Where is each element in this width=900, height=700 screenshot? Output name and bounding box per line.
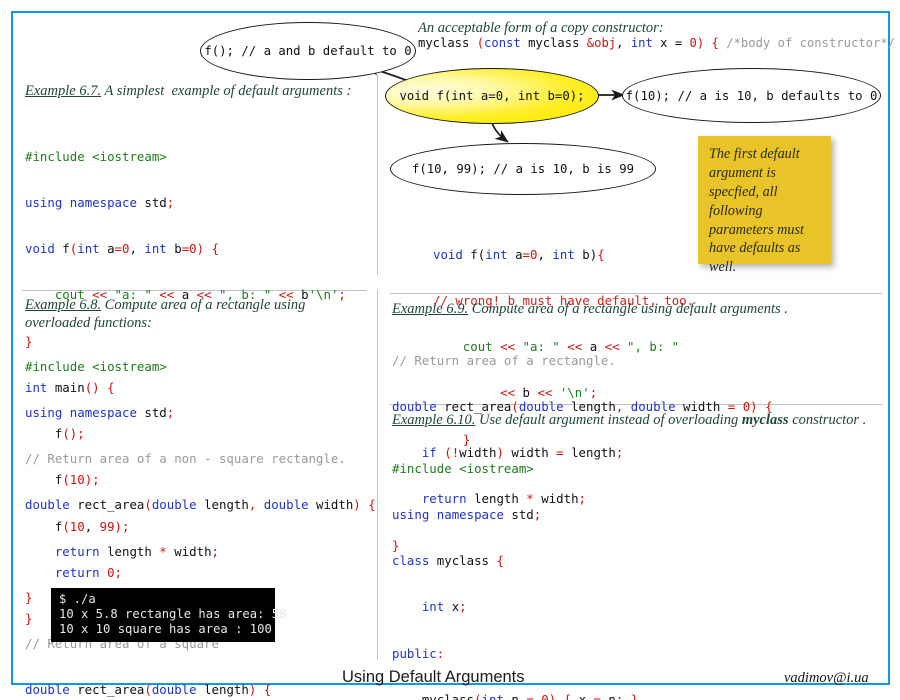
example-6-7-heading: Example 6.7. A simplest example of defau… — [25, 82, 375, 100]
terminal-line-0: $ ./a — [59, 592, 96, 606]
divider-right-ex69 — [390, 293, 882, 294]
ctor-code-lparen: ( — [476, 36, 485, 50]
copy-constructor-caption: An acceptable form of a copy constructor… — [418, 20, 664, 36]
example-6-10-caption-a: Use default argument instead of overload… — [475, 412, 742, 428]
example-6-9-caption: Compute area of a rectangle using defaul… — [468, 301, 788, 317]
wrong-code-line-0: void f(int a=0, int b){ — [433, 246, 605, 262]
example-6-10-label: Example 6.10. — [392, 412, 476, 428]
ctor-code-type: myclass — [520, 36, 587, 50]
footer-title: Using Default Arguments — [342, 668, 525, 686]
example-6-8-label: Example 6.8. — [25, 297, 102, 313]
ex67-line-2: void f(int a=0, int b=0) { — [25, 241, 220, 257]
ctor-code-int: int — [630, 36, 653, 50]
example-6-10-code: #include <iostream> using namespace std;… — [392, 430, 890, 700]
ellipse-call-no-args-text: f(); // a and b default to 0 — [204, 44, 412, 58]
example-6-8-code: #include <iostream> using namespace std;… — [25, 328, 380, 700]
ex610-line-3: int x; — [421, 599, 467, 615]
ellipse-call-two-args-text: f(10, 99); // a is 10, b is 99 — [411, 162, 635, 176]
example-6-9-label: Example 6.9. — [392, 301, 469, 317]
ctor-code-const: const — [484, 36, 521, 50]
ctor-code-name: myclass — [418, 36, 477, 50]
ex610-line-4: public: — [392, 645, 445, 661]
example-6-7-caption: A simplest example of default arguments … — [101, 83, 352, 99]
ctor-code-default: 0 — [689, 36, 697, 50]
divider-vertical-top — [377, 75, 378, 275]
terminal-output: $ ./a 10 x 5.8 rectangle has area: 58 10… — [51, 588, 287, 642]
ellipse-call-two-args: f(10, 99); // a is 10, b is 99 — [390, 143, 656, 195]
ellipse-call-no-args: f(); // a and b default to 0 — [200, 22, 416, 80]
ellipse-call-one-arg-text: f(10); // a is 10, b defaults to 0 — [625, 88, 878, 103]
ex68-line-7: double rect_area(double length) { — [25, 682, 272, 698]
ex68-line-1: using namespace std; — [25, 405, 175, 421]
ellipse-function-declaration-text: void f(int a=0, int b=0); — [399, 89, 585, 103]
ellipse-function-declaration: void f(int a=0, int b=0); — [385, 68, 599, 124]
example-6-10-caption-bold: myclass — [741, 412, 789, 428]
copy-constructor-code: myclass (const myclass &obj, int x = 0) … — [418, 36, 898, 51]
sticky-note-text: The first default argument is specfied, … — [709, 146, 808, 276]
terminal-line-2: 10 x 10 square has area : 100 — [59, 622, 272, 636]
ctor-code-param: x = — [652, 36, 690, 50]
ctor-code-body-comment: /*body of constructor*/ — [718, 36, 900, 50]
ex67-line-0: #include <iostream> — [25, 148, 167, 164]
ex610-line-0: #include <iostream> — [392, 460, 534, 476]
ellipse-call-one-arg: f(10); // a is 10, b defaults to 0 — [622, 68, 881, 123]
ex610-line-5: myclass(int n = 0) { x = n; } — [392, 691, 639, 700]
ex610-line-1: using namespace std; — [392, 507, 542, 523]
ctor-code-ref: &obj — [586, 36, 617, 50]
example-6-10-heading: Example 6.10. Use default argument inste… — [392, 411, 890, 429]
ex68-line-0: #include <iostream> — [25, 358, 167, 374]
example-6-9-heading: Example 6.9. Compute area of a rectangle… — [392, 300, 887, 318]
ex67-line-1: using namespace std; — [25, 195, 175, 211]
ex610-line-2: class myclass { — [392, 553, 504, 569]
terminal-line-1: 10 x 5.8 rectangle has area: 58 — [59, 607, 287, 621]
ex68-line-3: double rect_area(double length, double w… — [25, 497, 376, 513]
ex68-line-4: return length * width; — [54, 543, 219, 559]
ctor-code-lbrace: { — [704, 36, 719, 50]
footer-email: vadimov@i.ua — [784, 670, 869, 686]
example-6-7-label: Example 6.7. — [25, 83, 102, 99]
ex68-line-2: // Return area of a non - square rectang… — [25, 451, 346, 467]
slide-canvas: An acceptable form of a copy constructor… — [0, 0, 900, 700]
sticky-note: The first default argument is specfied, … — [698, 136, 831, 275]
ex69-line-0: // Return area of a rectangle. — [392, 352, 616, 368]
example-6-10-caption-c: constructor . — [788, 412, 867, 428]
ctor-code-comma: , — [616, 36, 631, 50]
